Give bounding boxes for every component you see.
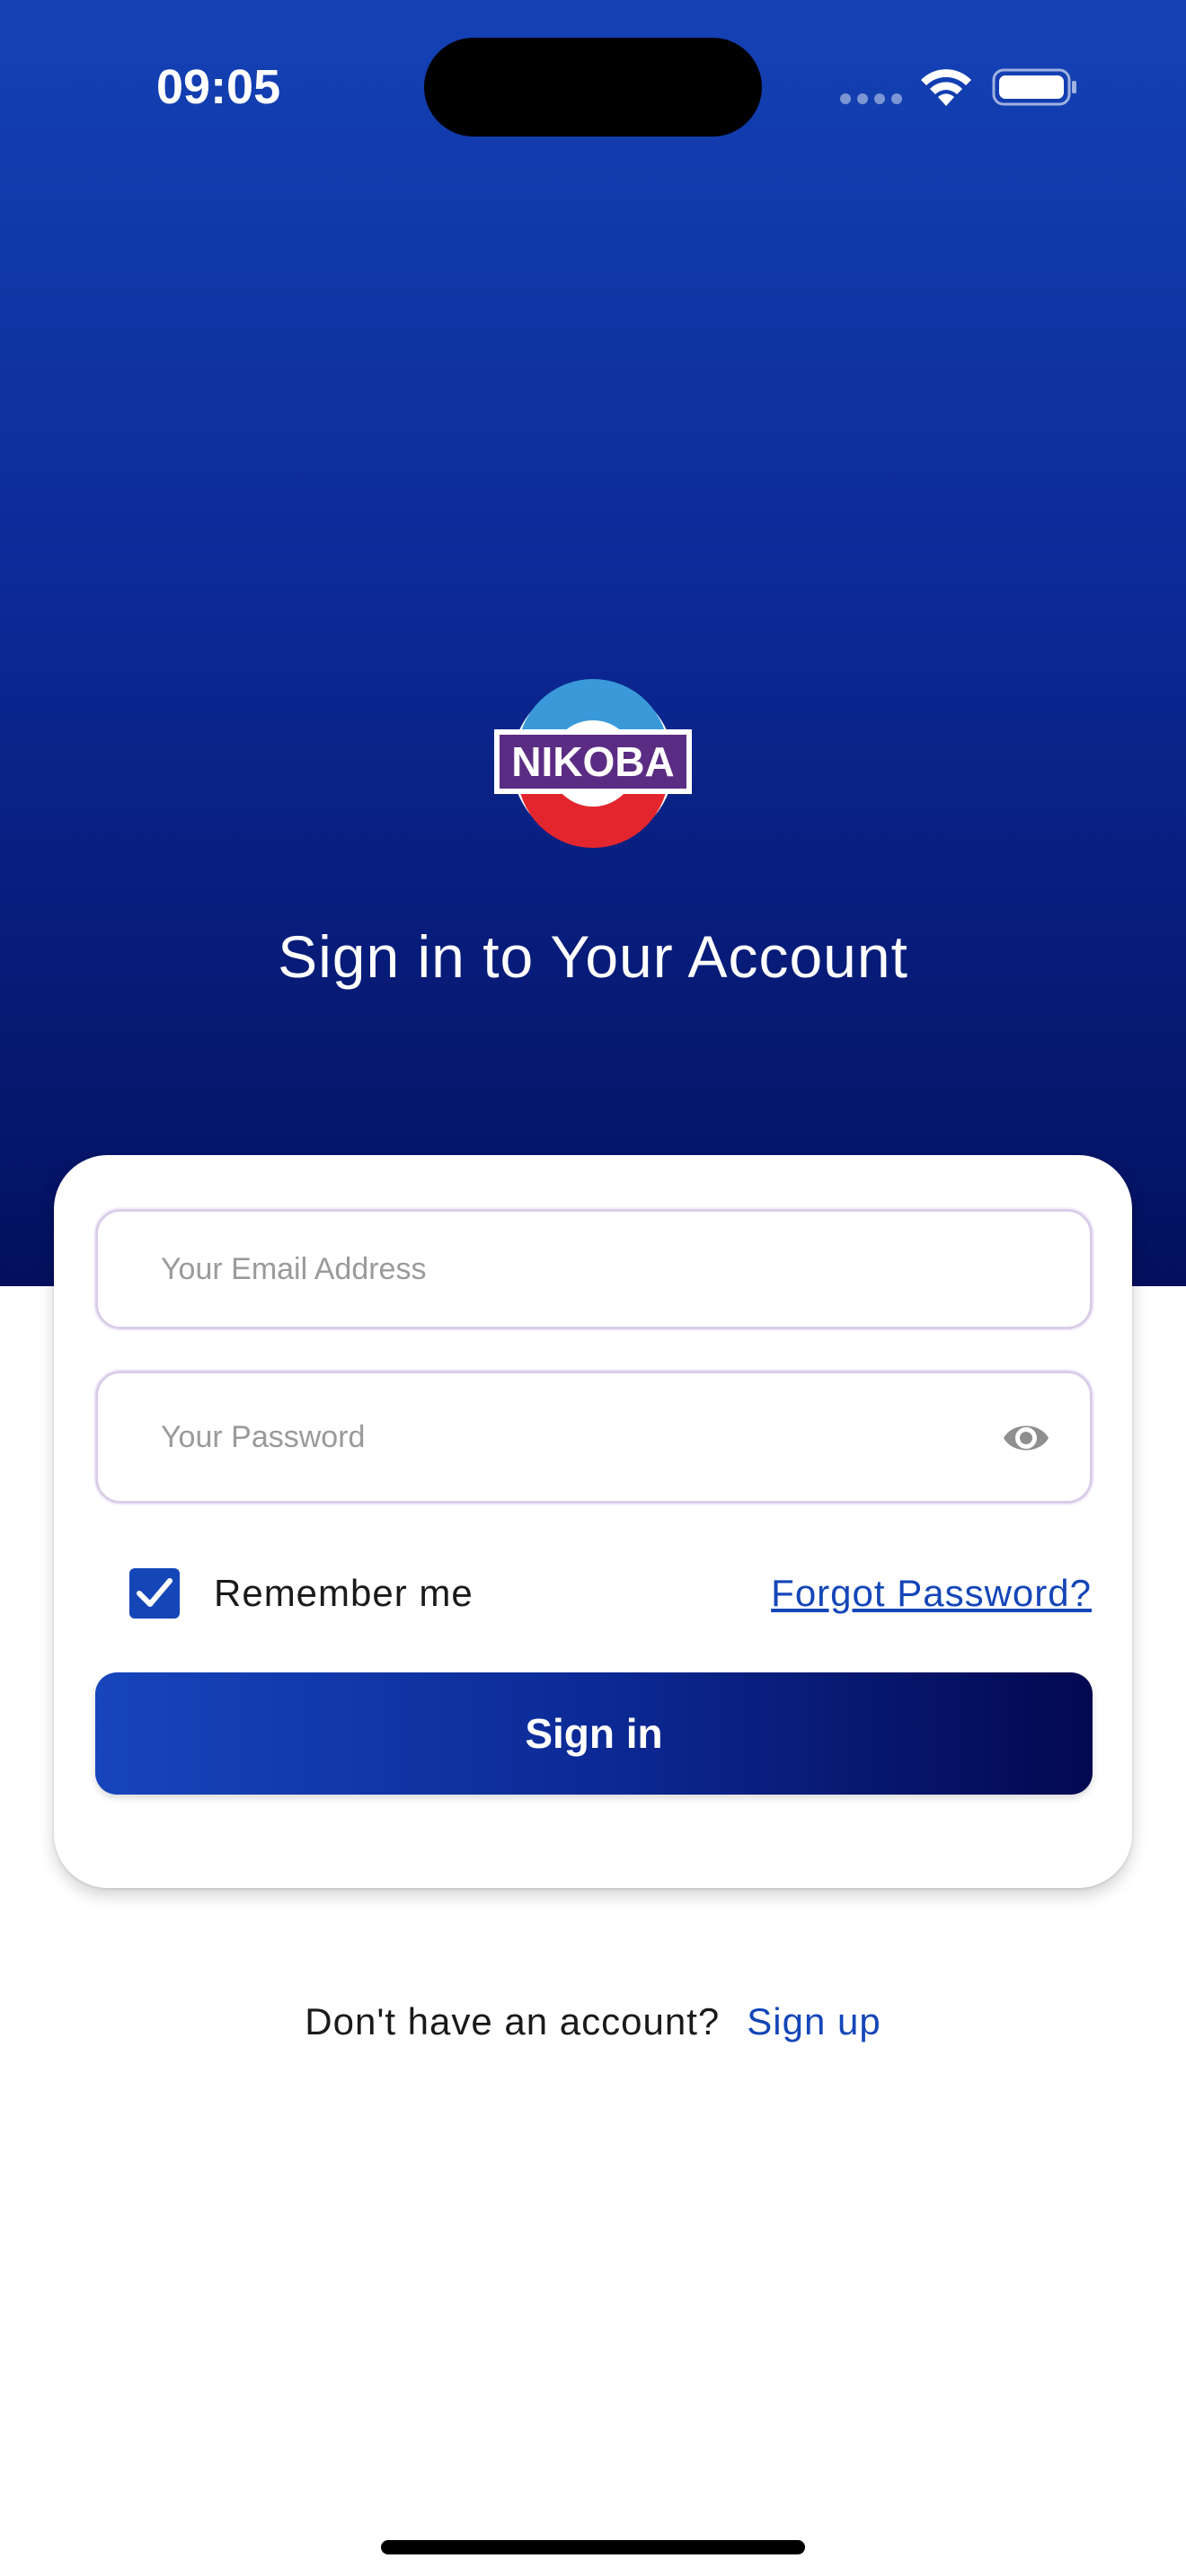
forgot-password-link[interactable]: Forgot Password? <box>771 1566 1092 1620</box>
wifi-icon <box>921 69 971 106</box>
battery-icon <box>992 68 1076 106</box>
cellular-signal-icon <box>840 93 903 106</box>
remember-me-checkbox[interactable] <box>129 1568 180 1619</box>
status-time: 09:05 <box>156 60 281 114</box>
nikoba-logo: NIKOBA <box>494 679 692 848</box>
checkmark-icon <box>137 1578 173 1607</box>
password-input[interactable] <box>161 1373 969 1501</box>
eye-icon[interactable] <box>1002 1418 1050 1458</box>
sign-in-button[interactable]: Sign in <box>95 1672 1093 1795</box>
signup-row: Don't have an account? Sign up <box>0 1990 1186 2053</box>
svg-text:NIKOBA: NIKOBA <box>511 738 674 785</box>
dynamic-island <box>424 38 762 137</box>
sign-up-link[interactable]: Sign up <box>747 2000 881 2042</box>
page-title: Sign in to Your Account <box>278 923 908 990</box>
email-input[interactable] <box>161 1212 969 1327</box>
header-background <box>0 0 1186 1286</box>
sign-in-card: Remember me Forgot Password? Sign in <box>54 1155 1132 1888</box>
signup-prompt: Don't have an account? <box>305 2000 721 2042</box>
password-field[interactable] <box>95 1371 1093 1504</box>
remember-me-label[interactable]: Remember me <box>214 1566 474 1620</box>
sign-in-screen: 09:05 NIKOBA Sign in to Your Account You… <box>0 0 1186 2576</box>
email-field[interactable] <box>95 1209 1093 1329</box>
home-indicator[interactable] <box>381 2540 805 2554</box>
